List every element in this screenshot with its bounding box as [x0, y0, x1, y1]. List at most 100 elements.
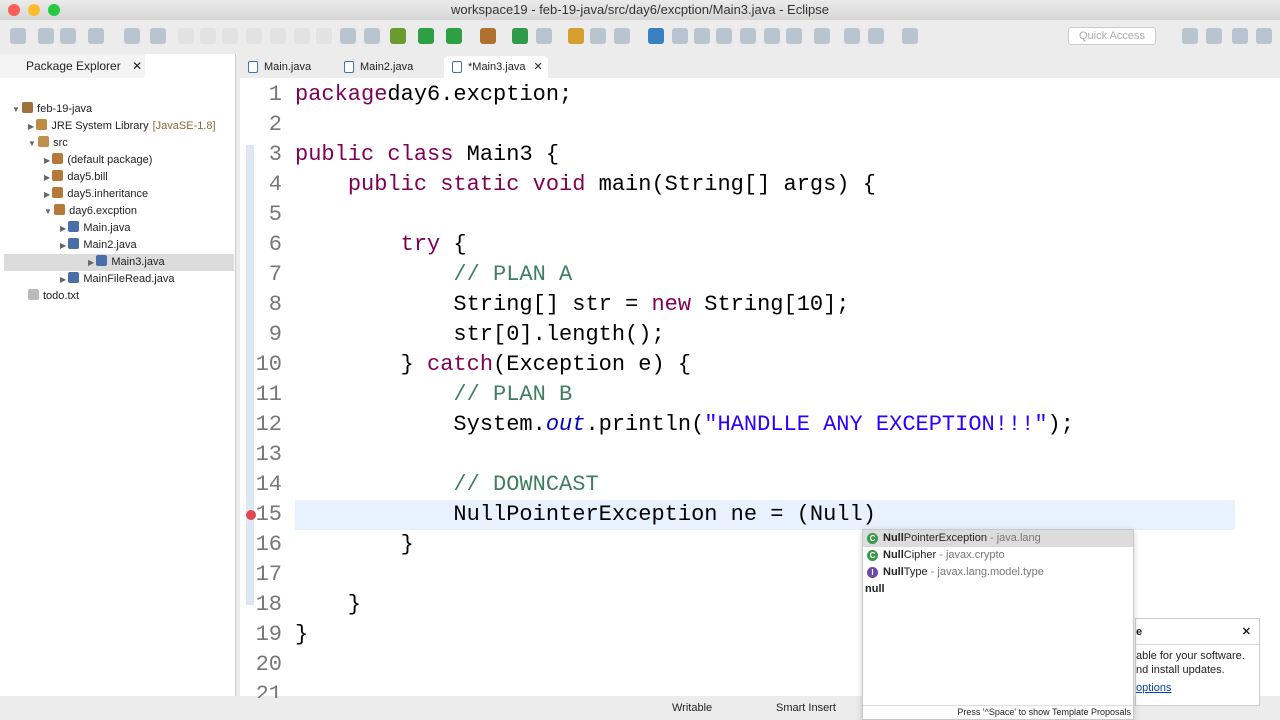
code-line[interactable]: NullPointerException ne = (Null)	[295, 500, 875, 530]
code-line[interactable]: // DOWNCAST	[295, 470, 598, 500]
tree-item[interactable]: ▼ feb-19-java	[12, 101, 92, 118]
minimize-window-button[interactable]	[28, 4, 40, 16]
code-line[interactable]: }	[295, 620, 308, 650]
toolbar-button[interactable]	[38, 28, 54, 44]
code-line[interactable]: String[] str = new String[10];	[295, 290, 849, 320]
code-line[interactable]: // PLAN A	[295, 260, 572, 290]
expand-arrow-icon[interactable]: ▶	[60, 224, 68, 233]
close-icon[interactable]: ✕	[1242, 619, 1251, 645]
close-icon[interactable]: ✕	[533, 61, 542, 73]
toolbar-button[interactable]	[1232, 28, 1248, 44]
toolbar-button[interactable]	[694, 28, 710, 44]
proposal-name: PointerException	[903, 532, 987, 544]
completion-proposal[interactable]: C NullCipher - javax.crypto	[863, 547, 1133, 564]
tree-item[interactable]: ▼ src	[28, 135, 68, 152]
code-line[interactable]: public class Main3 {	[295, 140, 559, 170]
toolbar-button[interactable]	[672, 28, 688, 44]
toolbar-button[interactable]	[446, 28, 462, 44]
toolbar-button[interactable]	[178, 28, 194, 44]
toolbar-button[interactable]	[418, 28, 434, 44]
toolbar-button[interactable]	[294, 28, 310, 44]
tree-item[interactable]: todo.txt	[28, 288, 79, 305]
toolbar-button[interactable]	[270, 28, 286, 44]
toolbar-button[interactable]	[614, 28, 630, 44]
close-window-button[interactable]	[8, 4, 20, 16]
toolbar-button[interactable]	[568, 28, 584, 44]
toolbar-button[interactable]	[316, 28, 332, 44]
toolbar-button[interactable]	[844, 28, 860, 44]
toolbar-button[interactable]	[902, 28, 918, 44]
tree-item[interactable]: ▶ Main3.java	[4, 254, 234, 271]
expand-arrow-icon[interactable]: ▶	[60, 275, 68, 284]
toolbar-button[interactable]	[868, 28, 884, 44]
toolbar-button[interactable]	[1182, 28, 1198, 44]
toolbar-button[interactable]	[222, 28, 238, 44]
tree-item[interactable]: ▶ JRE System Library [JavaSE-1.8]	[28, 118, 216, 135]
tree-item[interactable]: ▼ day6.excption	[44, 203, 137, 220]
toolbar-button[interactable]	[814, 28, 830, 44]
code-line[interactable]: packageday6.excption;	[295, 80, 572, 110]
options-link[interactable]: options	[1136, 681, 1259, 695]
toolbar-button[interactable]	[150, 28, 166, 44]
tree-item[interactable]: ▶ day5.bill	[44, 169, 108, 186]
toolbar-button[interactable]	[246, 28, 262, 44]
toolbar-button[interactable]	[786, 28, 802, 44]
quick-access-input[interactable]: Quick Access	[1068, 27, 1156, 45]
expand-arrow-icon[interactable]: ▶	[44, 173, 52, 182]
code-line[interactable]: str[0].length();	[295, 320, 664, 350]
expand-arrow-icon[interactable]: ▶	[44, 156, 52, 165]
tab-mainjava[interactable]: Main.java	[240, 56, 334, 78]
tree-item[interactable]: ▶ MainFileRead.java	[60, 271, 174, 288]
expand-arrow-icon[interactable]: ▶	[88, 258, 96, 267]
toolbar-button[interactable]	[364, 28, 380, 44]
code-line[interactable]: // PLAN B	[295, 380, 572, 410]
toolbar-button[interactable]	[1206, 28, 1222, 44]
toolbar-button[interactable]	[88, 28, 104, 44]
toolbar-button[interactable]	[590, 28, 606, 44]
code-line[interactable]: try {	[295, 230, 467, 260]
toolbar-button[interactable]	[390, 28, 406, 44]
code-token: // PLAN A	[295, 262, 573, 287]
toolbar-button[interactable]	[340, 28, 356, 44]
toolbar-button[interactable]	[60, 28, 76, 44]
toolbar-button[interactable]	[716, 28, 732, 44]
completion-proposal[interactable]: I NullType - javax.lang.model.type	[863, 564, 1133, 581]
tab-package-explorer[interactable]: Package Explorer ✕	[0, 54, 145, 78]
line-number: 11	[255, 382, 282, 407]
completion-proposal[interactable]: C NullPointerException - java.lang	[863, 530, 1133, 547]
expand-arrow-icon[interactable]: ▼	[28, 139, 38, 148]
toolbar-button[interactable]	[512, 28, 528, 44]
toolbar-button[interactable]	[10, 28, 26, 44]
code-line[interactable]: } catch(Exception e) {	[295, 350, 691, 380]
code-line[interactable]: public static void main(String[] args) {	[295, 170, 876, 200]
toolbar-button[interactable]	[764, 28, 780, 44]
maximize-window-button[interactable]	[48, 4, 60, 16]
expand-arrow-icon[interactable]: ▶	[60, 241, 68, 250]
code-line[interactable]: }	[295, 590, 361, 620]
expand-arrow-icon[interactable]: ▶	[44, 190, 52, 199]
toolbar-button[interactable]	[200, 28, 216, 44]
expand-arrow-icon[interactable]: ▶	[28, 122, 36, 131]
toolbar-button[interactable]	[1256, 28, 1272, 44]
tree-item[interactable]: ▶ Main.java	[60, 220, 130, 237]
expand-arrow-icon[interactable]: ▼	[12, 105, 22, 114]
toolbar-button[interactable]	[124, 28, 140, 44]
expand-arrow-icon[interactable]: ▼	[44, 207, 54, 216]
tree-item-label: Main2.java	[83, 239, 137, 251]
code-line[interactable]: }	[295, 530, 414, 560]
tree-item[interactable]: ▶ Main2.java	[60, 237, 137, 254]
toolbar-button[interactable]	[536, 28, 552, 44]
tab-main2java[interactable]: Main2.java	[336, 56, 430, 78]
toolbar-button[interactable]	[740, 28, 756, 44]
close-icon[interactable]: ✕	[132, 59, 142, 73]
toolbar-button[interactable]	[648, 28, 664, 44]
code-token: {	[440, 232, 467, 257]
tree-item[interactable]: ▶ (default package)	[44, 152, 152, 169]
error-marker-icon[interactable]	[246, 510, 256, 520]
completion-proposal[interactable]: null	[863, 581, 1133, 598]
tab-main3java[interactable]: *Main3.java ✕	[444, 56, 548, 78]
tree-item[interactable]: ▶ day5.inheritance	[44, 186, 148, 203]
code-line[interactable]: System.out.println("HANDLLE ANY EXCEPTIO…	[295, 410, 1074, 440]
toolbar-button[interactable]	[480, 28, 496, 44]
code-token: // PLAN B	[295, 382, 573, 407]
